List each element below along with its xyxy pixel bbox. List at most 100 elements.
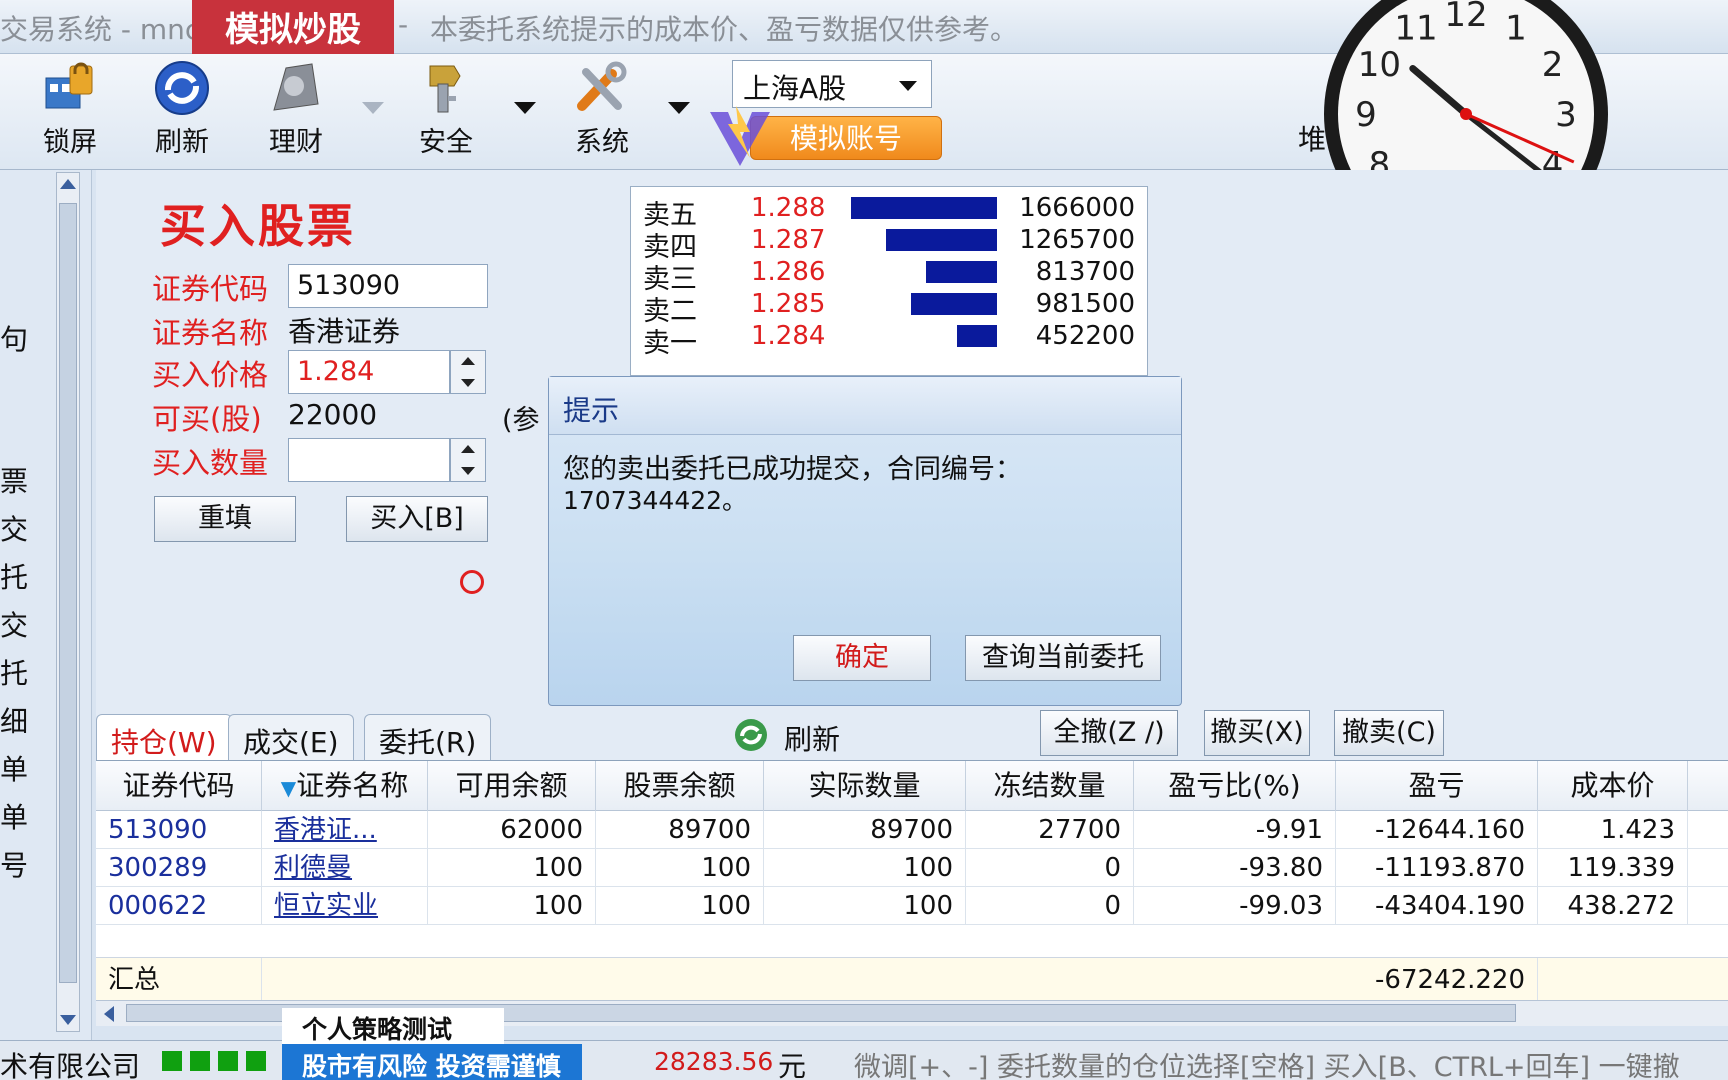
scroll-thumb[interactable] bbox=[59, 203, 77, 983]
finance-button[interactable]: 理财 bbox=[246, 60, 346, 160]
table-cell: 香港证... bbox=[262, 811, 428, 849]
column-header[interactable]: 成本价 bbox=[1538, 761, 1688, 811]
tab-positions[interactable]: 持仓(W) bbox=[96, 714, 232, 760]
security-label: 安全 bbox=[419, 127, 473, 158]
table-cell: -93.80 bbox=[1134, 849, 1336, 887]
table-cell: -9.91 bbox=[1134, 811, 1336, 849]
table-row[interactable]: 300289 利德曼 100 100 100 0 -93.80 -11193.870 119.3… bbox=[96, 849, 1728, 887]
scroll-up-icon[interactable] bbox=[60, 179, 76, 189]
tab-orders[interactable]: 委托(R) bbox=[364, 714, 492, 760]
clock-numeral: 11 bbox=[1394, 8, 1437, 48]
column-header[interactable]: 证券代码 bbox=[96, 761, 262, 811]
status-hint: 微调[+、-] 委托数量的仓位选择[空格] 买入[B、CTRL+回车] 一键撤 bbox=[854, 1052, 1680, 1080]
left-nav-item[interactable]: 托 bbox=[0, 652, 28, 692]
notice-dialog: 提示 您的卖出委托已成功提交，合同编号： 1707344422。 确定 查询当前… bbox=[548, 376, 1182, 706]
stepper-up-icon[interactable] bbox=[461, 357, 475, 365]
left-nav-item[interactable]: 句 bbox=[0, 318, 28, 358]
column-header[interactable]: 股票余额 bbox=[596, 761, 764, 811]
table-cell: 100 bbox=[428, 887, 596, 925]
market-select[interactable]: 上海A股 bbox=[732, 60, 932, 108]
table-cell: 恒立实业 bbox=[262, 887, 428, 925]
table-cell: 100 bbox=[596, 887, 764, 925]
lock-screen-label: 锁屏 bbox=[43, 127, 97, 158]
cancel-buy-button[interactable]: 撤买(X) bbox=[1204, 710, 1310, 756]
market-select-value: 上海A股 bbox=[743, 72, 847, 105]
system-button[interactable]: 系统 bbox=[552, 60, 652, 160]
price-stepper[interactable] bbox=[450, 350, 486, 394]
available-label: 可买(股) bbox=[152, 402, 262, 436]
left-nav-item[interactable]: 交 bbox=[0, 508, 28, 548]
system-label: 系统 bbox=[575, 127, 629, 158]
security-button[interactable]: 安全 bbox=[396, 60, 496, 160]
order-book-price: 1.285 bbox=[751, 289, 826, 319]
refresh-icon bbox=[155, 61, 209, 115]
order-book: 卖五 1.288 1666000 卖四 1.287 1265700 卖三 1.2… bbox=[630, 186, 1148, 376]
clock-numeral: 10 bbox=[1358, 45, 1401, 85]
left-nav-item[interactable]: 单 bbox=[0, 748, 28, 788]
stepper-down-icon[interactable] bbox=[461, 467, 475, 475]
signal-indicator bbox=[162, 1051, 182, 1071]
buy-form-title: 买入股票 bbox=[160, 199, 356, 253]
column-header[interactable]: 盈亏比(%) bbox=[1134, 761, 1336, 811]
table-row[interactable]: 000622 恒立实业 100 100 100 0 -99.03 -43404.190 438.… bbox=[96, 887, 1728, 925]
left-nav-item[interactable]: 托 bbox=[0, 556, 28, 596]
lock-screen-button[interactable]: 锁屏 bbox=[20, 60, 120, 160]
table-cell: 300289 bbox=[96, 849, 262, 887]
system-dropdown-icon[interactable] bbox=[668, 102, 690, 114]
cancel-sell-button[interactable]: 撤卖(C) bbox=[1334, 710, 1444, 756]
quantity-stepper[interactable] bbox=[450, 438, 486, 482]
clock-numeral: 2 bbox=[1542, 45, 1564, 85]
quantity-input[interactable] bbox=[288, 438, 450, 482]
order-book-volume-bar bbox=[957, 325, 997, 347]
order-book-volume: 813700 bbox=[1035, 257, 1135, 287]
window-title: 交易系统 - mnc bbox=[0, 13, 201, 46]
left-nav-item[interactable]: 交 bbox=[0, 604, 28, 644]
code-input[interactable]: 513090 bbox=[288, 264, 488, 308]
left-nav-item[interactable]: 号 bbox=[0, 844, 28, 884]
column-header[interactable]: 可用余额 bbox=[428, 761, 596, 811]
table-cell: 0 bbox=[966, 887, 1134, 925]
scroll-left-icon[interactable] bbox=[104, 1006, 114, 1022]
left-nav-item[interactable]: 票 bbox=[0, 460, 28, 500]
tab-trades[interactable]: 成交(E) bbox=[228, 714, 354, 760]
column-header[interactable]: 实际数量 bbox=[764, 761, 966, 811]
stepper-up-icon[interactable] bbox=[461, 445, 475, 453]
column-header[interactable]: 冻结数量 bbox=[966, 761, 1134, 811]
signal-indicator bbox=[218, 1051, 238, 1071]
vertical-scrollbar[interactable] bbox=[56, 172, 80, 1032]
column-header[interactable]: ▼证券名称 bbox=[262, 761, 428, 811]
price-label: 买入价格 bbox=[152, 358, 269, 392]
finance-dropdown-icon[interactable] bbox=[362, 102, 384, 114]
signal-indicator bbox=[190, 1051, 210, 1071]
security-dropdown-icon[interactable] bbox=[514, 102, 536, 114]
positions-table: 证券代码 ▼证券名称 可用余额 股票余额 实际数量 冻结数量 盈亏比(%) 盈亏… bbox=[96, 760, 1728, 1002]
refresh-button[interactable]: 刷新 bbox=[132, 60, 232, 160]
available-value: 22000 bbox=[288, 398, 378, 431]
left-nav-item[interactable]: 细 bbox=[0, 700, 28, 740]
order-book-price: 1.288 bbox=[751, 193, 826, 223]
code-label: 证券代码 bbox=[152, 272, 269, 306]
sim-account-button[interactable]: 模拟账号 bbox=[750, 116, 942, 160]
sim-trading-badge: 模拟炒股 bbox=[192, 0, 394, 60]
order-book-volume: 981500 bbox=[1035, 289, 1135, 319]
table-cell: -43404.190 bbox=[1336, 887, 1538, 925]
reset-button[interactable]: 重填 bbox=[154, 496, 296, 542]
column-header[interactable]: 盈亏 bbox=[1336, 761, 1538, 811]
table-row[interactable]: 513090 香港证... 62000 89700 89700 27700 -9.91 -12… bbox=[96, 811, 1728, 849]
left-nav-item[interactable]: 单 bbox=[0, 796, 28, 836]
scroll-down-icon[interactable] bbox=[60, 1015, 76, 1025]
table-cell: 100 bbox=[764, 849, 966, 887]
dialog-title-bar[interactable]: 提示 bbox=[549, 377, 1181, 435]
query-orders-button[interactable]: 查询当前委托 bbox=[965, 635, 1161, 681]
table-cell: 1.423 bbox=[1538, 811, 1688, 849]
dialog-title: 提示 bbox=[563, 394, 620, 427]
list-refresh-label: 刷新 bbox=[784, 723, 841, 756]
finance-icon bbox=[273, 63, 319, 111]
buy-button[interactable]: 买入[B] bbox=[346, 496, 488, 542]
price-input[interactable]: 1.284 bbox=[288, 350, 450, 394]
stepper-down-icon[interactable] bbox=[461, 379, 475, 387]
table-cell: 513090 bbox=[96, 811, 262, 849]
cancel-all-button[interactable]: 全撤(Z /) bbox=[1040, 710, 1178, 756]
dialog-ok-button[interactable]: 确定 bbox=[793, 635, 931, 681]
refresh-label: 刷新 bbox=[155, 127, 209, 158]
